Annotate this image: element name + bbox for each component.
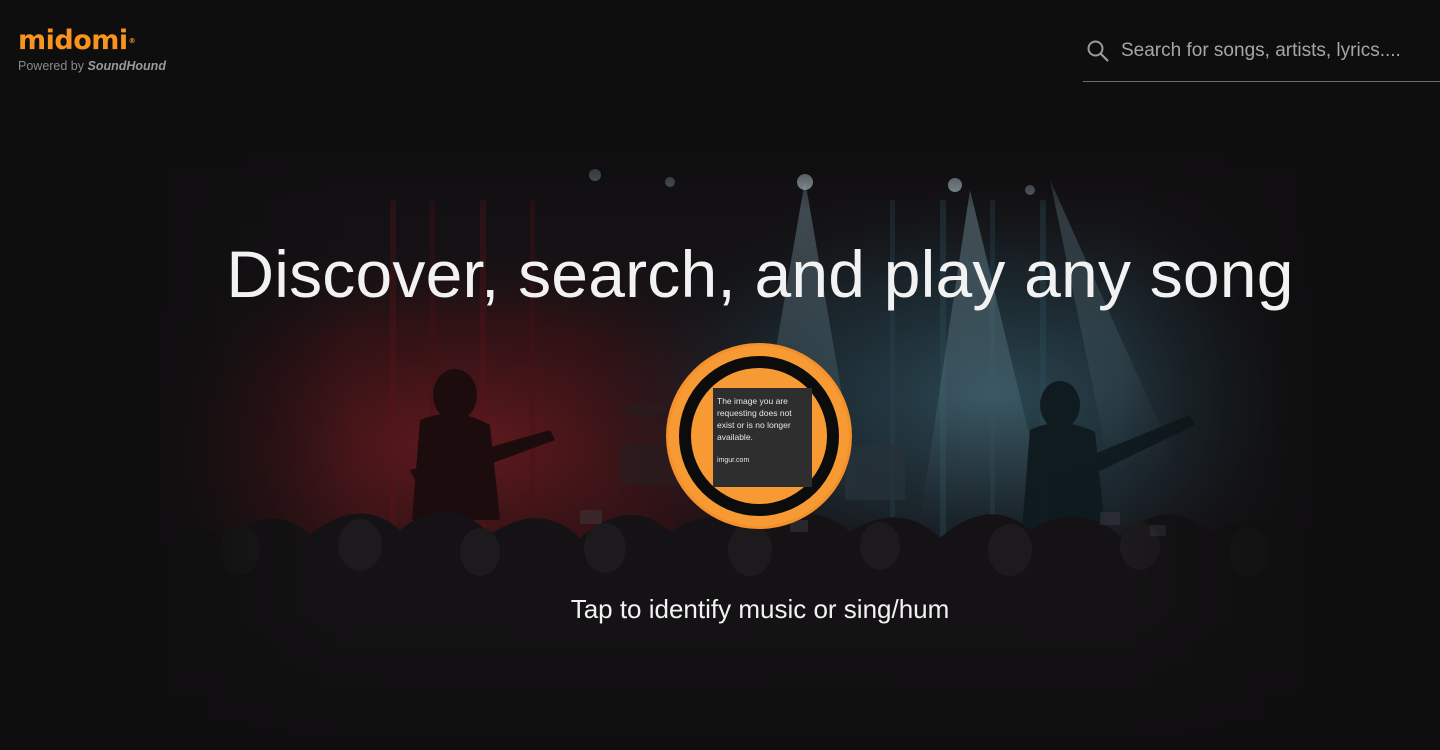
midomi-home-page: midomi® Powered by SoundHound Search for… [0, 0, 1440, 750]
search-bar [1083, 28, 1440, 82]
tap-to-identify-caption: Tap to identify music or sing/hum [570, 594, 950, 624]
header: midomi® Powered by SoundHound [0, 0, 1440, 100]
search-icon[interactable] [1086, 39, 1110, 63]
midomi-logo[interactable]: midomi® Powered by SoundHound [18, 26, 198, 74]
listen-button[interactable]: The image you are requesting does not ex… [666, 343, 852, 529]
hero-headline: Discover, search, and play any song [226, 237, 1294, 311]
powered-by-soundhound: Powered by SoundHound [18, 59, 166, 73]
search-input[interactable] [1121, 36, 1431, 66]
missing-image-placeholder: The image you are requesting does not ex… [713, 388, 812, 487]
logo-wordmark: midomi® [18, 25, 136, 56]
